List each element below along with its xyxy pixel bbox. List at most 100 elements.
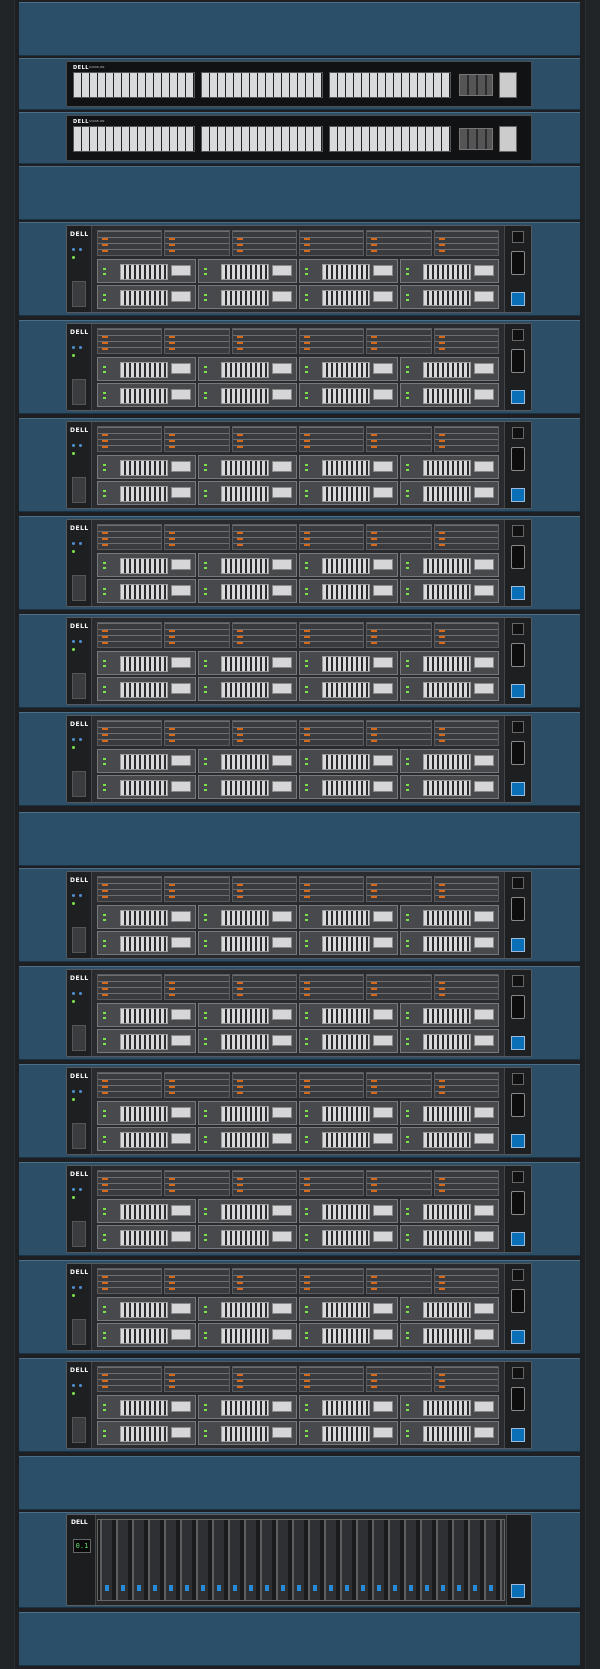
hard-drive[interactable] bbox=[299, 1029, 398, 1053]
drive-handle[interactable] bbox=[474, 1401, 494, 1412]
network-switch[interactable]: DELL S3048-ON bbox=[66, 61, 532, 107]
rack-server[interactable]: DELL bbox=[66, 1165, 532, 1253]
hard-drive[interactable] bbox=[299, 285, 398, 309]
drive-bay[interactable] bbox=[97, 426, 163, 452]
lcd-panel[interactable] bbox=[512, 525, 524, 537]
drive-handle[interactable] bbox=[272, 1107, 292, 1118]
hard-drive[interactable] bbox=[299, 1101, 398, 1125]
drive-bay[interactable] bbox=[298, 720, 365, 746]
drive-bay[interactable] bbox=[298, 1366, 365, 1392]
drive-handle[interactable] bbox=[171, 1107, 191, 1118]
hard-drive[interactable] bbox=[400, 481, 499, 505]
drive-bay[interactable] bbox=[164, 1366, 230, 1392]
info-tag[interactable] bbox=[72, 1417, 86, 1443]
drive-bay[interactable] bbox=[231, 524, 297, 550]
info-tag[interactable] bbox=[72, 673, 86, 699]
drive-bay[interactable] bbox=[366, 230, 432, 256]
drive-handle[interactable] bbox=[272, 487, 292, 498]
drive-handle[interactable] bbox=[373, 1133, 393, 1144]
drive-handle[interactable] bbox=[373, 1329, 393, 1340]
drive-bay[interactable] bbox=[97, 328, 163, 354]
hard-drive[interactable] bbox=[400, 931, 499, 955]
drive-bay[interactable] bbox=[366, 1072, 432, 1098]
drive-bay[interactable] bbox=[366, 720, 432, 746]
drive-handle[interactable] bbox=[171, 781, 191, 792]
drive-bay[interactable] bbox=[97, 524, 163, 550]
hard-drive[interactable] bbox=[299, 481, 398, 505]
info-tag[interactable] bbox=[72, 575, 86, 601]
hard-drive[interactable] bbox=[400, 579, 499, 603]
drive-bay[interactable] bbox=[366, 1268, 432, 1294]
hard-drive[interactable] bbox=[198, 455, 297, 479]
hard-drive[interactable] bbox=[400, 455, 499, 479]
drive-handle[interactable] bbox=[171, 937, 191, 948]
hard-drive[interactable] bbox=[97, 1003, 196, 1027]
drive-handle[interactable] bbox=[171, 1205, 191, 1216]
drive-handle[interactable] bbox=[474, 911, 494, 922]
drive-bay[interactable] bbox=[298, 876, 365, 902]
hard-drive[interactable] bbox=[97, 775, 196, 799]
drive-bay[interactable] bbox=[231, 1268, 297, 1294]
drive-handle[interactable] bbox=[171, 755, 191, 766]
drive-handle[interactable] bbox=[272, 937, 292, 948]
drive-bay[interactable] bbox=[97, 622, 163, 648]
drive-handle[interactable] bbox=[373, 781, 393, 792]
drive-handle[interactable] bbox=[272, 1329, 292, 1340]
drive-bay[interactable] bbox=[164, 426, 230, 452]
hard-drive[interactable] bbox=[400, 1323, 499, 1347]
drive-bay[interactable] bbox=[231, 328, 297, 354]
hard-drive[interactable] bbox=[400, 1395, 499, 1419]
drive-bay[interactable] bbox=[97, 1170, 163, 1196]
drive-handle[interactable] bbox=[373, 937, 393, 948]
drive-bay[interactable] bbox=[97, 1268, 163, 1294]
drive-bay[interactable] bbox=[366, 876, 432, 902]
drive-bay[interactable] bbox=[231, 426, 297, 452]
drive-handle[interactable] bbox=[474, 1205, 494, 1216]
hard-drive[interactable] bbox=[299, 357, 398, 381]
drive-handle[interactable] bbox=[272, 755, 292, 766]
drive-handle[interactable] bbox=[272, 1035, 292, 1046]
drive-handle[interactable] bbox=[373, 911, 393, 922]
hard-drive[interactable] bbox=[198, 1127, 297, 1151]
drive-handle[interactable] bbox=[171, 911, 191, 922]
drive-bay[interactable] bbox=[433, 974, 499, 1000]
hard-drive[interactable] bbox=[198, 259, 297, 283]
hard-drive[interactable] bbox=[400, 1003, 499, 1027]
drive-bay[interactable] bbox=[97, 230, 163, 256]
hard-drive[interactable] bbox=[97, 1323, 196, 1347]
hard-drive[interactable] bbox=[299, 579, 398, 603]
hard-drive[interactable] bbox=[198, 1003, 297, 1027]
drive-handle[interactable] bbox=[171, 1401, 191, 1412]
drive-handle[interactable] bbox=[171, 1009, 191, 1020]
drive-bay[interactable] bbox=[366, 524, 432, 550]
drive-bay[interactable] bbox=[231, 876, 297, 902]
info-tag[interactable] bbox=[72, 477, 86, 503]
drive-handle[interactable] bbox=[272, 1427, 292, 1438]
drive-handle[interactable] bbox=[373, 1427, 393, 1438]
drive-bay[interactable] bbox=[433, 720, 499, 746]
hard-drive[interactable] bbox=[299, 383, 398, 407]
drive-handle[interactable] bbox=[272, 1401, 292, 1412]
hard-drive[interactable] bbox=[299, 1003, 398, 1027]
hard-drive[interactable] bbox=[198, 1421, 297, 1445]
hard-drive[interactable] bbox=[97, 285, 196, 309]
rack-server[interactable]: DELL bbox=[66, 617, 532, 705]
drive-handle[interactable] bbox=[474, 363, 494, 374]
hard-drive[interactable] bbox=[299, 1225, 398, 1249]
info-tag[interactable] bbox=[72, 281, 86, 307]
hard-drive[interactable] bbox=[97, 455, 196, 479]
info-tag[interactable] bbox=[72, 1025, 86, 1051]
hard-drive[interactable] bbox=[299, 677, 398, 701]
drive-handle[interactable] bbox=[474, 487, 494, 498]
lcd-panel[interactable] bbox=[512, 231, 524, 243]
drive-handle[interactable] bbox=[373, 683, 393, 694]
drive-handle[interactable] bbox=[272, 559, 292, 570]
info-tag[interactable] bbox=[72, 927, 86, 953]
drive-bay[interactable] bbox=[164, 622, 230, 648]
hard-drive[interactable] bbox=[198, 905, 297, 929]
drive-handle[interactable] bbox=[171, 657, 191, 668]
hard-drive[interactable] bbox=[97, 1395, 196, 1419]
drive-bay[interactable] bbox=[164, 524, 230, 550]
drive-handle[interactable] bbox=[474, 1303, 494, 1314]
drive-handle[interactable] bbox=[171, 1427, 191, 1438]
